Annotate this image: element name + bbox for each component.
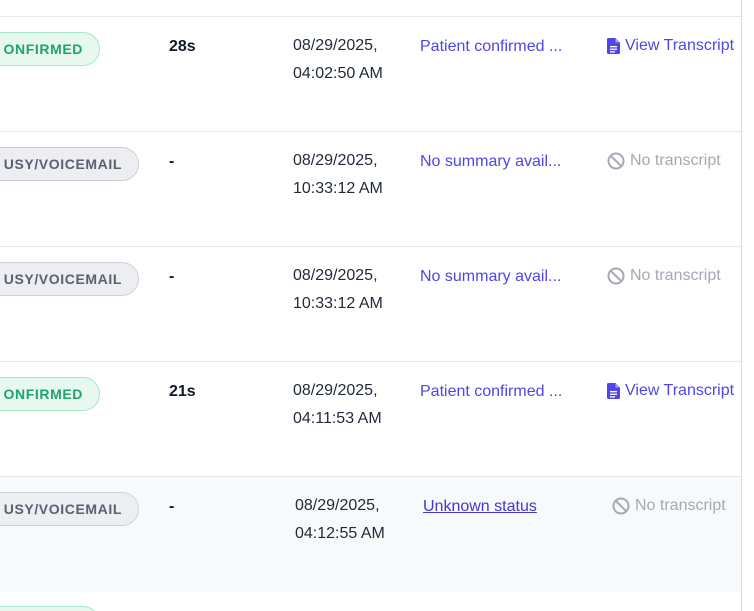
call-summary[interactable]: No summary avail... — [420, 268, 561, 286]
transcript-label: View Transcript — [625, 37, 735, 54]
no-transcript-indicator: No transcript — [612, 497, 726, 515]
transcript-label: No transcript — [635, 497, 726, 514]
no-transcript-indicator: No transcript — [607, 152, 721, 170]
transcript-label: No transcript — [630, 267, 721, 284]
table-row: ONFIRMED 21s 08/29/2025, 04:11:53 AM Pat… — [0, 362, 742, 477]
call-datetime: 08/29/2025, 10:33:12 AM — [293, 262, 383, 318]
call-time: 10:33:12 AM — [293, 180, 383, 197]
table-row: USY/VOICEMAIL - 08/29/2025, 10:33:12 AM … — [0, 247, 742, 362]
no-transcript-indicator: No transcript — [607, 267, 721, 285]
transcript-label: No transcript — [630, 152, 721, 169]
ban-icon — [612, 497, 630, 515]
table-row: USY/VOICEMAIL - 08/29/2025, 04:12:55 AM … — [0, 477, 742, 592]
ban-icon — [607, 152, 625, 170]
call-time: 04:02:50 AM — [293, 65, 383, 82]
call-duration: - — [169, 268, 175, 285]
call-duration: 28s — [169, 38, 196, 55]
status-badge: ONFIRMED — [0, 32, 100, 66]
call-datetime: 08/29/2025, 04:12:55 AM — [295, 492, 385, 548]
status-badge: USY/VOICEMAIL — [0, 492, 139, 526]
table-row: USY/VOICEMAIL - 08/29/2025, 10:33:12 AM … — [0, 132, 742, 247]
document-icon — [607, 383, 620, 399]
status-badge: ONFIRMED — [0, 377, 100, 411]
call-date: 08/29/2025, — [293, 37, 378, 54]
call-date: 08/29/2025, — [293, 152, 378, 169]
call-time: 04:12:55 AM — [295, 525, 385, 542]
unknown-status-link[interactable]: Unknown status — [423, 498, 537, 516]
call-datetime: 08/29/2025, 04:02:50 AM — [293, 32, 383, 88]
call-time: 04:11:53 AM — [293, 410, 382, 427]
call-date: 08/29/2025, — [293, 267, 378, 284]
call-date: 08/29/2025, — [293, 382, 378, 399]
transcript-label: View Transcript — [625, 382, 735, 399]
call-summary[interactable]: Patient confirmed ... — [420, 383, 562, 401]
call-summary[interactable]: Patient confirmed ... — [420, 38, 562, 56]
call-log-table: ONFIRMED 28s 08/29/2025, 04:02:50 AM Pat… — [0, 0, 754, 611]
call-datetime: 08/29/2025, 10:33:12 AM — [293, 147, 383, 203]
view-transcript-link[interactable]: View Transcript — [607, 37, 734, 55]
ban-icon — [607, 267, 625, 285]
status-badge: USY/VOICEMAIL — [0, 147, 139, 181]
call-duration: - — [169, 153, 175, 170]
call-datetime: 08/29/2025, 04:11:53 AM — [293, 377, 382, 433]
vertical-scrollbar[interactable] — [741, 0, 754, 611]
call-duration: 21s — [169, 383, 196, 400]
table-row: ONFIRMED 28s 08/29/2025, 04:02:50 AM Pat… — [0, 17, 742, 132]
call-summary[interactable]: No summary avail... — [420, 153, 561, 171]
view-transcript-link[interactable]: View Transcript — [607, 382, 734, 400]
call-time: 10:33:12 AM — [293, 295, 383, 312]
status-badge: USY/VOICEMAIL — [0, 262, 139, 296]
call-duration: - — [169, 498, 175, 515]
document-icon — [607, 38, 620, 54]
call-date: 08/29/2025, — [295, 497, 380, 514]
status-badge-partial — [0, 606, 100, 611]
